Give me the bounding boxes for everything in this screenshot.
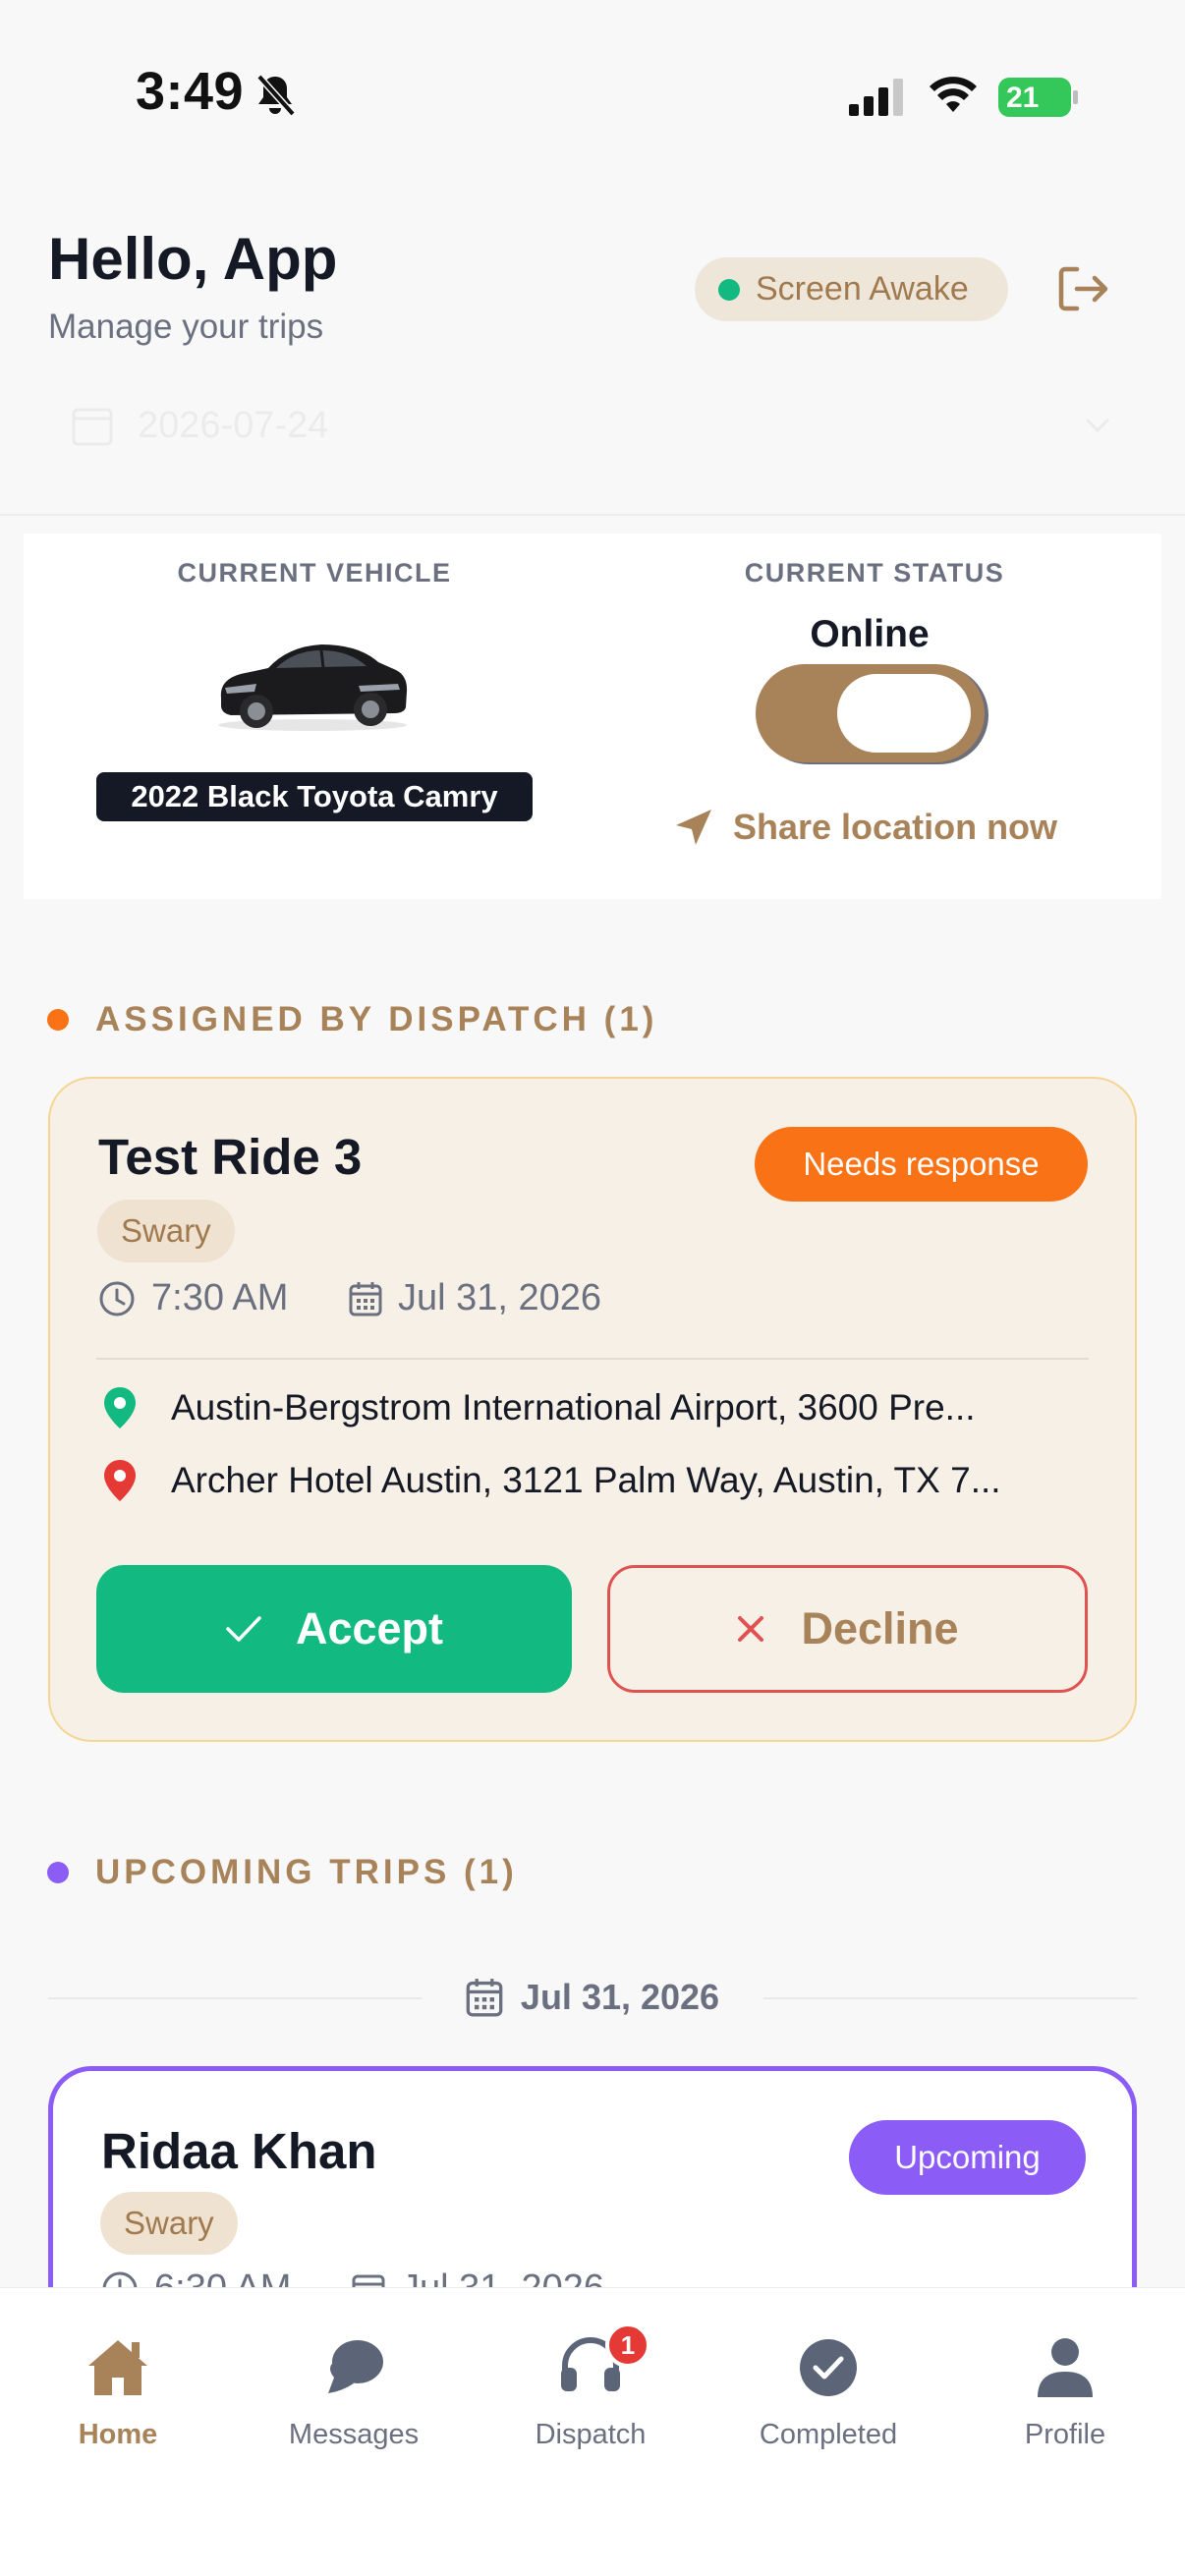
close-icon [738, 1616, 764, 1642]
toggle-knob [837, 674, 971, 753]
battery-icon: 21 [998, 78, 1079, 117]
tab-messages-label: Messages [288, 2419, 420, 2450]
needs-response-badge: Needs response [755, 1127, 1088, 1202]
greeting-title: Hello, App [48, 226, 338, 292]
trip-name: Test Ride 3 [98, 1129, 363, 1185]
tab-dispatch[interactable]: Dispatch [492, 2336, 689, 2451]
upcoming-badge: Upcoming [849, 2120, 1086, 2195]
share-location-button[interactable]: Share location now [672, 806, 1057, 849]
screen-awake-pill[interactable]: Screen Awake [695, 257, 1008, 321]
accept-button[interactable]: Accept [96, 1565, 572, 1693]
dispatch-badge: 1 [605, 2323, 650, 2368]
clock-icon [99, 1281, 135, 1316]
wifi-icon [930, 77, 977, 112]
upcoming-date-header: Jul 31, 2026 [520, 1977, 720, 2018]
tab-completed[interactable]: Completed [730, 2336, 927, 2451]
tab-dispatch-label: Dispatch [535, 2419, 647, 2450]
share-location-label: Share location now [733, 807, 1058, 847]
tab-profile-label: Profile [1024, 2419, 1106, 2450]
home-icon [88, 2340, 147, 2395]
tab-completed-label: Completed [759, 2419, 898, 2450]
upcoming-trip-name: Ridaa Khan [101, 2123, 377, 2179]
current-vehicle-label: CURRENT VEHICLE [177, 558, 452, 588]
trip-tag: Swary [97, 1200, 235, 1262]
upcoming-section-title: UPCOMING TRIPS (1) [95, 1853, 518, 1891]
battery-level: 21 [1006, 82, 1040, 114]
navigation-arrow-icon [676, 810, 711, 845]
tab-home-label: Home [78, 2419, 158, 2450]
dropoff-pin-icon [104, 1460, 136, 1501]
screen-awake-label: Screen Awake [756, 270, 969, 308]
person-icon [1038, 2338, 1093, 2397]
pickup-address-text: Austin-Bergstrom International Airport, … [171, 1387, 976, 1428]
pickup-pin-icon [104, 1387, 136, 1428]
online-toggle[interactable] [756, 664, 985, 762]
vehicle-name-badge: 2022 Black Toyota Camry [96, 772, 533, 821]
decline-label: Decline [801, 1603, 959, 1653]
check-icon [226, 1616, 261, 1642]
dropoff-address-text: Archer Hotel Austin, 3121 Palm Way, Aust… [171, 1460, 1001, 1500]
upcoming-date-separator: Jul 31, 2026 [48, 1977, 1137, 2020]
cellular-signal-icon [849, 79, 903, 116]
chat-icon [328, 2340, 383, 2393]
trip-date-value: Jul 31, 2026 [398, 1277, 602, 1318]
awake-status-dot [718, 278, 740, 301]
tab-home[interactable]: Home [20, 2336, 216, 2451]
decline-button[interactable]: Decline [607, 1565, 1088, 1693]
upcoming-trip-tag: Swary [100, 2192, 238, 2255]
status-time: 3:49 [136, 62, 245, 121]
car-image [218, 644, 408, 731]
date-filter[interactable]: 2026-07-24 [71, 401, 1112, 450]
calendar-icon [466, 1979, 503, 2017]
dispatch-section-title: ASSIGNED BY DISPATCH (1) [95, 1000, 658, 1038]
pickup-address: Austin-Bergstrom International Airport, … [102, 1385, 976, 1430]
header-divider [0, 514, 1185, 516]
trip-time-value: 7:30 AM [151, 1277, 289, 1318]
current-status-label: CURRENT STATUS [744, 558, 1005, 588]
calendar-icon [349, 1281, 382, 1316]
upcoming-section-dot [47, 1862, 69, 1883]
trip-date: Jul 31, 2026 [349, 1277, 601, 1319]
trip-time: 7:30 AM [98, 1277, 288, 1319]
bell-slash-icon [256, 74, 296, 117]
dispatch-section-dot [47, 1009, 69, 1031]
check-circle-icon [800, 2339, 857, 2396]
accept-label: Accept [295, 1603, 444, 1653]
dropoff-address: Archer Hotel Austin, 3121 Palm Way, Aust… [102, 1458, 1001, 1503]
calendar-icon [72, 408, 113, 446]
greeting-subtitle: Manage your trips [48, 308, 324, 346]
logout-icon[interactable] [1055, 263, 1110, 314]
driver-status-value: Online [810, 613, 930, 655]
card-divider [96, 1358, 1089, 1360]
tab-profile[interactable]: Profile [967, 2336, 1163, 2451]
tab-messages[interactable]: Messages [255, 2336, 452, 2451]
chevron-down-icon [1085, 418, 1110, 433]
date-filter-value: 2026-07-24 [138, 404, 329, 446]
